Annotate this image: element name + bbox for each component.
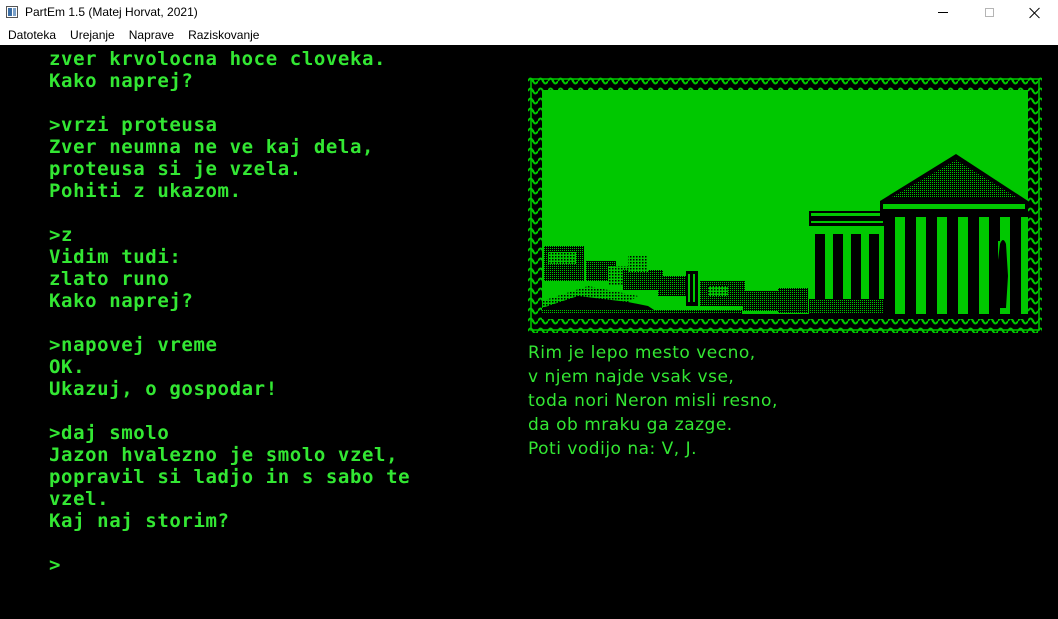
transcript-line: zlato runo <box>49 268 170 290</box>
transcript-line: popravil si ladjo in s sabo te <box>49 466 411 488</box>
menu-item-naprave[interactable]: Naprave <box>122 25 181 45</box>
transcript-line: OK. <box>49 356 86 378</box>
minimize-icon <box>938 12 948 13</box>
transcript-line: vzel. <box>49 488 110 510</box>
transcript-line <box>49 92 489 114</box>
close-button[interactable] <box>1012 0 1058 25</box>
exits-line: Poti vodijo na: V, J. <box>528 439 698 459</box>
transcript-line <box>49 202 489 224</box>
minimize-button[interactable] <box>920 0 966 25</box>
maximize-icon <box>984 8 994 17</box>
description-line: v njem najde vsak vse, <box>528 367 735 387</box>
command-prompt[interactable]: > <box>49 554 489 576</box>
transcript-line: Jazon hvalezno je smolo vzel, <box>49 444 399 466</box>
menu-item-raziskovanje[interactable]: Raziskovanje <box>181 25 266 45</box>
game-screen[interactable]: zver krvolocna hoce cloveka. Kako naprej… <box>0 45 1058 619</box>
transcript-line <box>49 312 489 334</box>
maximize-button[interactable] <box>966 0 1012 25</box>
menu-bar: Datoteka Urejanje Naprave Raziskovanje <box>0 25 1058 45</box>
transcript-line: Zver neumna ne ve kaj dela, <box>49 136 375 158</box>
app-icon <box>6 6 18 18</box>
location-picture <box>528 76 1042 333</box>
transcript-line: >vrzi proteusa <box>49 114 218 136</box>
location-description: Rim je lepo mesto vecno, v njem najde vs… <box>528 341 1028 461</box>
transcript-line: >z <box>49 224 74 246</box>
transcript-line: Vidim tudi: <box>49 246 182 268</box>
transcript-line <box>49 400 489 422</box>
menu-item-datoteka[interactable]: Datoteka <box>0 25 63 45</box>
menu-item-urejanje[interactable]: Urejanje <box>63 25 122 45</box>
transcript-line: Kako naprej? <box>49 290 194 312</box>
title-bar[interactable]: PartEm 1.5 (Matej Horvat, 2021) <box>0 0 1058 25</box>
transcript-line: proteusa si je vzela. <box>49 158 302 180</box>
transcript-line: Kako naprej? <box>49 70 194 92</box>
transcript-line: Ukazuj, o gospodar! <box>49 378 278 400</box>
transcript-line: zver krvolocna hoce cloveka. <box>49 48 387 70</box>
transcript: zver krvolocna hoce cloveka. Kako naprej… <box>49 48 489 576</box>
transcript-line <box>49 532 489 554</box>
transcript-line: Kaj naj storim? <box>49 510 230 532</box>
description-line: toda nori Neron misli resno, <box>528 391 778 411</box>
rome-temple-scene-icon <box>528 76 1042 333</box>
close-icon <box>1029 7 1041 19</box>
transcript-line: >napovej vreme <box>49 334 218 356</box>
transcript-line: Pohiti z ukazom. <box>49 180 242 202</box>
window-title: PartEm 1.5 (Matej Horvat, 2021) <box>25 5 198 19</box>
transcript-line: >daj smolo <box>49 422 170 444</box>
description-line: Rim je lepo mesto vecno, <box>528 343 756 363</box>
description-line: da ob mraku ga zazge. <box>528 415 733 435</box>
